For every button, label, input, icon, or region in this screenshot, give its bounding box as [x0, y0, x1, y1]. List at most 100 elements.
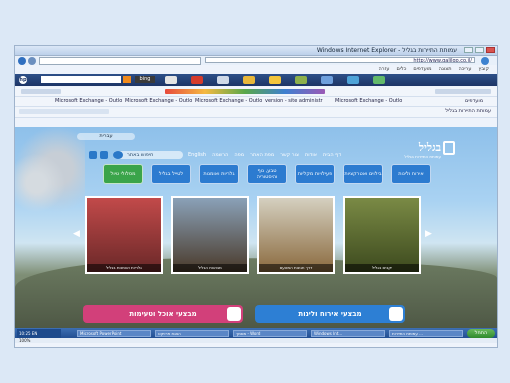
play-icon[interactable]	[191, 76, 203, 84]
go-icon[interactable]	[481, 57, 489, 65]
taskbar-task[interactable]: עמותת התיירות ...	[389, 330, 463, 337]
banner-label: מבצעי אוכל וטעימות	[129, 310, 197, 318]
banner-label: מבצעי אירוח ולינות	[298, 310, 362, 318]
arrow-right-icon[interactable]: ▶	[425, 229, 433, 239]
photo-card[interactable]: דרך חגיגות המטעם	[257, 196, 335, 274]
status-bar: 100%	[15, 338, 497, 343]
maximize-icon[interactable]	[475, 47, 484, 53]
hp-logo[interactable]: hp	[19, 76, 27, 84]
add-icon[interactable]	[373, 76, 385, 84]
recipes-icon[interactable]	[243, 76, 255, 84]
news-icon[interactable]	[217, 76, 229, 84]
logo-subtitle: עמותת התיירות בגליל	[404, 154, 441, 159]
links-dropdown[interactable]	[21, 89, 61, 94]
photo-carousel: יקבים בגליל דרך חגיגות המטעם מבואות הגליל ג…	[83, 196, 421, 274]
window-title: Windows Internet Explorer - עמותת התיירו…	[316, 47, 457, 54]
favorites-bar: Microsoft Exchange - Outlo Microsoft Exc…	[15, 97, 497, 107]
photo-caption: גלריות ואומנות בגליל	[87, 264, 161, 272]
zoom-level[interactable]: 100%	[19, 338, 30, 343]
hp-search-button[interactable]	[123, 76, 131, 83]
back-icon[interactable]	[18, 57, 26, 65]
menu-file[interactable]: קובץ	[479, 66, 490, 73]
menu-favorites[interactable]: מועדפים	[413, 66, 431, 73]
search-input[interactable]	[39, 57, 201, 65]
nav-about[interactable]: אודות	[304, 152, 318, 158]
command-buttons[interactable]	[19, 109, 109, 114]
category-button[interactable]: לטייל בגליל	[151, 164, 191, 184]
taskbar-task[interactable]: מסמך - Word	[233, 330, 307, 337]
search-icon[interactable]	[113, 151, 123, 159]
category-button[interactable]: טבע, נוף והיסטוריה	[247, 164, 287, 184]
travel-icon[interactable]	[347, 76, 359, 84]
nav-home[interactable]: דף הבית	[322, 152, 342, 158]
title-bar: Windows Internet Explorer - עמותת התיירו…	[15, 46, 497, 56]
top-nav: דף הבית אודות צור קשר מפת האתר מפה הרשמה…	[187, 152, 342, 158]
favorite-link[interactable]: Microsoft Exchange - Outlo	[335, 98, 402, 104]
start-button[interactable]: התחל	[467, 329, 495, 338]
logo-frame-icon	[443, 141, 455, 155]
favorite-link[interactable]: Microsoft Exchange - Outlo	[55, 98, 122, 104]
nav-sitemap[interactable]: מפת האתר	[249, 152, 275, 158]
photo-card[interactable]: מבואות הגליל	[171, 196, 249, 274]
browser-screenshot: Windows Internet Explorer - עמותת התיירו…	[14, 45, 498, 348]
favorite-link[interactable]: Microsoft Exchange - Outlo	[125, 98, 192, 104]
smart-print-icon[interactable]	[165, 76, 177, 84]
favorite-link[interactable]: version - site administr	[265, 98, 323, 104]
twitter-icon[interactable]	[100, 151, 108, 159]
url-field[interactable]: http://www.galilgo.co.il/	[205, 57, 475, 63]
bing-button[interactable]: bing	[135, 76, 155, 83]
favorites-label[interactable]: מועדפים	[465, 98, 483, 104]
category-button[interactable]: מסלולי טיול	[103, 164, 143, 184]
tree-decoration	[15, 127, 85, 267]
tab-label[interactable]: עמותת התיירות בגליל	[445, 108, 491, 114]
address-bar: http://www.galilgo.co.il/	[15, 56, 497, 65]
language-select[interactable]: עברית	[77, 133, 135, 140]
links-toolbar	[15, 87, 497, 97]
photo-caption: יקבים בגליל	[345, 264, 419, 272]
nav-contact[interactable]: צור קשר	[279, 152, 300, 158]
weather-icon[interactable]	[269, 76, 281, 84]
sports-icon[interactable]	[295, 76, 307, 84]
lodging-deals-banner[interactable]: מבצעי אירוח ולינות	[255, 305, 405, 323]
nav-register[interactable]: הרשמה	[211, 152, 229, 158]
category-button[interactable]: בילוים ואטרקציות	[343, 164, 383, 184]
system-tray[interactable]: 10:25 EN	[17, 329, 61, 338]
slide-background: { "window": { "title": "Windows Internet…	[0, 0, 510, 383]
shopping-icon[interactable]	[321, 76, 333, 84]
minimize-icon[interactable]	[464, 47, 473, 53]
toolbar-icons[interactable]	[165, 89, 325, 94]
category-button[interactable]: אירוח ולינות	[391, 164, 431, 184]
menu-edit[interactable]: עריכה	[459, 66, 472, 73]
arrow-left-icon[interactable]: ◀	[73, 229, 81, 239]
photo-caption: מבואות הגליל	[173, 264, 247, 272]
taskbar-task[interactable]: Windows Int...	[311, 330, 385, 337]
gift-icon	[389, 307, 403, 321]
photo-caption: דרך חגיגות המטעם	[259, 264, 333, 272]
food-deals-banner[interactable]: מבצעי אוכל וטעימות	[83, 305, 243, 323]
hp-search-input[interactable]	[41, 76, 121, 83]
window-controls	[464, 47, 495, 53]
photo-card[interactable]: יקבים בגליל	[343, 196, 421, 274]
tag-icon	[227, 307, 241, 321]
menu-bar: קובץ עריכה תצוגה מועדפים כלים עזרה	[15, 66, 497, 73]
logo-text: בגליל	[418, 141, 441, 154]
category-button[interactable]: פעילויות מקליות	[295, 164, 335, 184]
command-bar: עמותת התיירות בגליל	[15, 107, 497, 118]
site-search-input[interactable]: חיפוש באתר	[113, 151, 183, 159]
toolbar-search[interactable]	[435, 89, 491, 94]
favorite-link[interactable]: Microsoft Exchange - Outlo	[195, 98, 262, 104]
category-buttons: אירוח ולינות בילוים ואטרקציות פעילויות מקל…	[83, 164, 431, 186]
menu-view[interactable]: תצוגה	[439, 66, 452, 73]
menu-help[interactable]: עזרה	[379, 66, 390, 73]
category-button[interactable]: גלריות ואומנות	[199, 164, 239, 184]
nav-english[interactable]: English	[187, 152, 207, 158]
hp-toolbar-icons	[165, 76, 385, 84]
forward-icon[interactable]	[28, 57, 36, 65]
nav-map[interactable]: מפה	[233, 152, 245, 158]
taskbar-task[interactable]: Microsoft PowerPoint	[77, 330, 151, 337]
taskbar-task[interactable]: הצגת פרויקט	[155, 330, 229, 337]
close-icon[interactable]	[486, 47, 495, 53]
photo-card[interactable]: גלריות ואומנות בגליל	[85, 196, 163, 274]
menu-tools[interactable]: כלים	[396, 66, 406, 73]
facebook-icon[interactable]	[89, 151, 97, 159]
